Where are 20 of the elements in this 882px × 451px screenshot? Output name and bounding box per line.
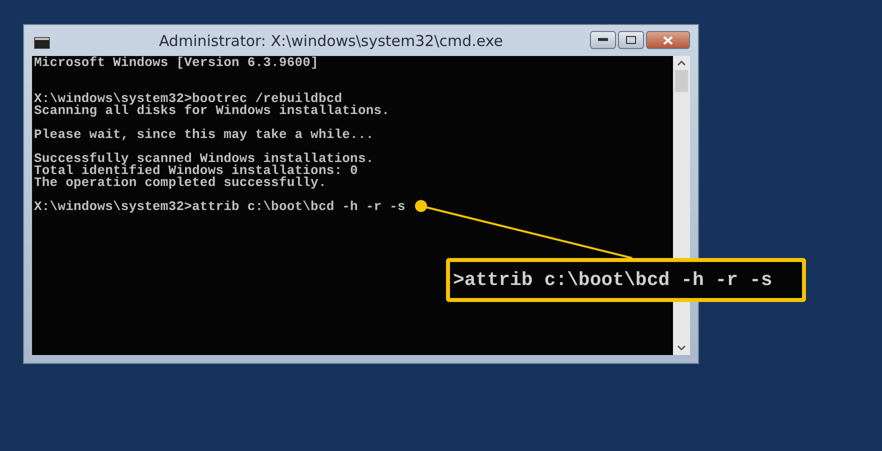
scroll-down-icon[interactable] (677, 345, 686, 351)
close-button[interactable] (646, 31, 690, 49)
window-title: Administrator: X:\windows\system32\cmd.exe (158, 32, 504, 50)
maximize-button[interactable] (618, 31, 644, 49)
scroll-thumb[interactable] (675, 70, 688, 92)
minimize-icon (598, 38, 608, 42)
maximize-icon (626, 36, 636, 44)
callout-zoom: >attrib c:\boot\bcd -h -r -s (446, 258, 806, 302)
console-line: Total identified Windows installations: 0 (34, 165, 359, 177)
console-line: Successfully scanned Windows installations. (34, 153, 375, 165)
console-app-icon (34, 37, 50, 49)
console-line: X:\windows\system32>attrib c:\boot\bcd -h -r -s (34, 201, 406, 213)
close-icon (663, 36, 673, 44)
console-line: X:\windows\system32>bootrec /rebuildbcd (34, 93, 342, 105)
console-line: Scanning all disks for Windows installations. (34, 105, 391, 117)
minimize-button[interactable] (590, 31, 616, 49)
console-line: Please wait, since this may take a while... (34, 129, 375, 141)
console-line: Microsoft Windows [Version 6.3.9600] (34, 57, 320, 69)
console-line: The operation completed successfully. (34, 177, 328, 189)
scroll-up-icon[interactable] (677, 60, 686, 66)
